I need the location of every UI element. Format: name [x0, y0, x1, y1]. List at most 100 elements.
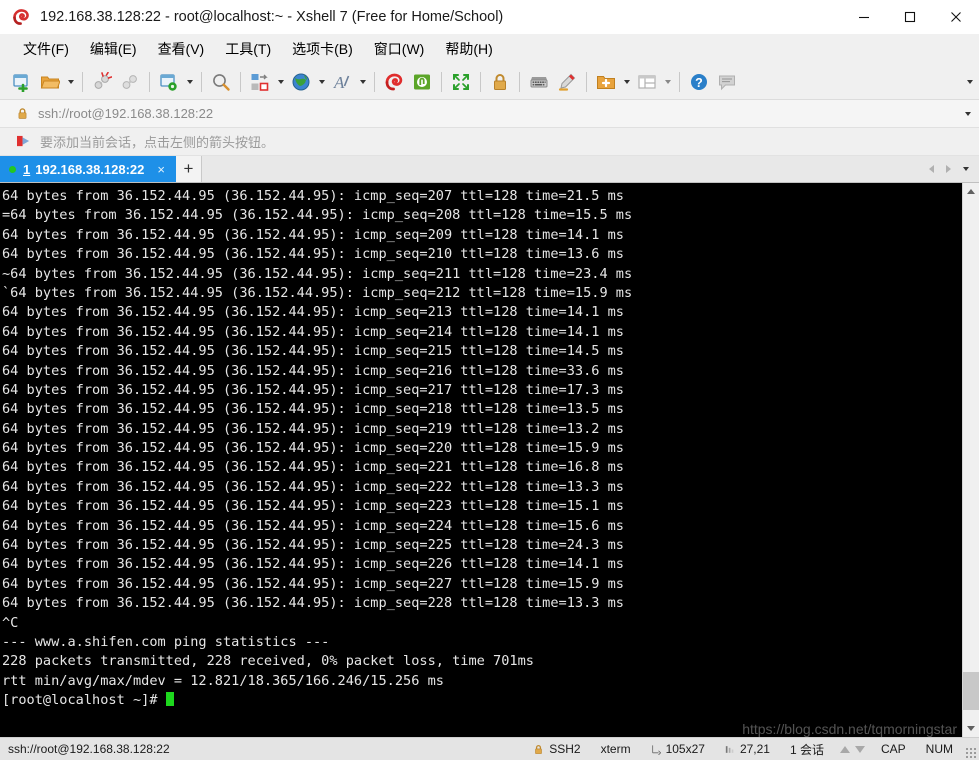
globe-caret-icon[interactable] — [315, 68, 328, 96]
toolbar-separator — [480, 71, 481, 92]
toolbar-separator — [519, 71, 520, 92]
svg-text:A: A — [333, 73, 345, 92]
disconnect-icon[interactable] — [88, 68, 116, 96]
tab-next-icon[interactable] — [940, 156, 957, 183]
terminal-line: 64 bytes from 36.152.44.95 (36.152.44.95… — [2, 575, 624, 592]
font-caret-icon[interactable] — [356, 68, 369, 96]
minimize-button[interactable] — [841, 0, 887, 34]
terminal-line: rtt min/avg/max/mdev = 12.821/18.365/166… — [2, 672, 444, 689]
layout-icon[interactable] — [633, 68, 661, 96]
toolbar-separator — [149, 71, 150, 92]
scrollbar-track[interactable] — [963, 200, 979, 720]
cursor-position-icon — [725, 744, 735, 755]
terminal-line: 64 bytes from 36.152.44.95 (36.152.44.95… — [2, 362, 624, 379]
terminal-line: =64 bytes from 36.152.44.95 (36.152.44.9… — [2, 207, 633, 224]
terminal-output[interactable]: 64 bytes from 36.152.44.95 (36.152.44.95… — [0, 183, 962, 737]
status-transfer-indicators — [834, 745, 871, 753]
download-arrow-icon — [854, 745, 865, 753]
title-bar: 192.168.38.128:22 - root@localhost:~ - X… — [0, 0, 979, 34]
address-bar[interactable]: ssh://root@192.168.38.128:22 — [0, 100, 979, 128]
toolbar-overflow-button[interactable] — [967, 64, 973, 100]
layout-caret-icon[interactable] — [661, 68, 674, 96]
terminal-line: 64 bytes from 36.152.44.95 (36.152.44.95… — [2, 304, 624, 321]
terminal-line: 64 bytes from 36.152.44.95 (36.152.44.95… — [2, 537, 624, 554]
highlight-pen-icon[interactable] — [553, 68, 581, 96]
arrow-flag-icon — [16, 135, 31, 148]
reconnect-icon[interactable] — [116, 68, 144, 96]
terminal-line: 64 bytes from 36.152.44.95 (36.152.44.95… — [2, 188, 624, 204]
terminal-line: 228 packets transmitted, 228 received, 0… — [2, 653, 534, 670]
menu-edit[interactable]: 编辑(E) — [81, 35, 146, 63]
tab-list-menu-icon[interactable] — [957, 156, 975, 183]
lock-icon[interactable] — [486, 68, 514, 96]
new-tab-button[interactable]: + — [175, 156, 202, 182]
new-session-icon[interactable] — [8, 68, 36, 96]
chat-bubble-icon[interactable] — [713, 68, 741, 96]
globe-icon[interactable] — [287, 68, 315, 96]
add-folder-icon[interactable] — [592, 68, 620, 96]
terminal-line: 64 bytes from 36.152.44.95 (36.152.44.95… — [2, 440, 624, 457]
terminal-line: 64 bytes from 36.152.44.95 (36.152.44.95… — [2, 401, 624, 418]
status-cursor-pos: 27,21 — [739, 742, 770, 756]
terminal-line: `64 bytes from 36.152.44.95 (36.152.44.9… — [2, 284, 633, 301]
terminal-line: 64 bytes from 36.152.44.95 (36.152.44.95… — [2, 498, 624, 515]
terminal-line: 64 bytes from 36.152.44.95 (36.152.44.95… — [2, 420, 624, 437]
status-num-lock: NUM — [925, 742, 953, 756]
menu-window[interactable]: 窗口(W) — [365, 35, 434, 63]
open-folder-icon[interactable] — [36, 68, 64, 96]
tab-close-icon[interactable]: × — [154, 162, 168, 177]
scroll-down-icon[interactable] — [963, 720, 979, 737]
keyboard-icon[interactable] — [525, 68, 553, 96]
terminal-line: 64 bytes from 36.152.44.95 (36.152.44.95… — [2, 226, 624, 243]
tab-bar: 1 192.168.38.128:22 × + — [0, 156, 979, 183]
transfer-icon[interactable] — [246, 68, 274, 96]
toolbar-separator — [441, 71, 442, 92]
tab-connected-status-icon — [9, 165, 16, 173]
hint-bar: 要添加当前会话，点击左侧的箭头按钮。 — [0, 128, 979, 156]
svg-text:?: ? — [695, 75, 703, 89]
session-properties-caret-icon[interactable] — [183, 68, 196, 96]
terminal-area: 64 bytes from 36.152.44.95 (36.152.44.95… — [0, 183, 979, 737]
close-button[interactable] — [933, 0, 979, 34]
add-folder-caret-icon[interactable] — [620, 68, 633, 96]
status-cursor-cell: 27,21 — [715, 742, 780, 756]
menu-file[interactable]: 文件(F) — [14, 35, 78, 63]
terminal-line: 64 bytes from 36.152.44.95 (36.152.44.95… — [2, 595, 624, 612]
maximize-button[interactable] — [887, 0, 933, 34]
xshell-icon[interactable] — [380, 68, 408, 96]
toolbar-separator — [82, 71, 83, 92]
open-folder-caret-icon[interactable] — [64, 68, 77, 96]
terminal-line: 64 bytes from 36.152.44.95 (36.152.44.95… — [2, 478, 624, 495]
help-icon[interactable]: ? — [685, 68, 713, 96]
terminal-line: 64 bytes from 36.152.44.95 (36.152.44.95… — [2, 459, 624, 476]
session-properties-icon[interactable] — [155, 68, 183, 96]
terminal-scrollbar[interactable] — [962, 183, 979, 737]
fullscreen-icon[interactable] — [447, 68, 475, 96]
resize-grip[interactable] — [965, 738, 979, 760]
lock-icon — [16, 107, 29, 120]
toolbar-separator — [240, 71, 241, 92]
scrollbar-thumb[interactable] — [963, 672, 979, 710]
menu-help[interactable]: 帮助(H) — [436, 35, 501, 63]
toolbar-separator — [679, 71, 680, 92]
tab-label: 192.168.38.128:22 — [35, 161, 145, 177]
lock-icon — [533, 744, 544, 755]
font-icon[interactable]: A — [328, 68, 356, 96]
tab-prev-icon[interactable] — [923, 156, 940, 183]
address-dropdown-caret-icon[interactable] — [965, 100, 971, 128]
xftp-icon[interactable] — [408, 68, 436, 96]
status-term-type: xterm — [600, 742, 631, 756]
xshell-logo-icon — [10, 6, 32, 28]
menu-tabs[interactable]: 选项卡(B) — [283, 35, 362, 63]
menu-view[interactable]: 查看(V) — [149, 35, 214, 63]
status-caps-lock: CAP — [880, 742, 906, 756]
find-icon[interactable] — [207, 68, 235, 96]
terminal-line: 64 bytes from 36.152.44.95 (36.152.44.95… — [2, 517, 624, 534]
hint-text: 要添加当前会话，点击左侧的箭头按钮。 — [40, 135, 275, 150]
terminal-line: --- www.a.shifen.com ping statistics --- — [2, 633, 330, 650]
transfer-caret-icon[interactable] — [274, 68, 287, 96]
menu-bar: 文件(F) 编辑(E) 查看(V) 工具(T) 选项卡(B) 窗口(W) 帮助(… — [0, 34, 979, 64]
menu-tools[interactable]: 工具(T) — [216, 35, 280, 63]
scroll-up-icon[interactable] — [963, 183, 979, 200]
tab-session-192-168-38-128[interactable]: 1 192.168.38.128:22 × — [0, 156, 176, 182]
